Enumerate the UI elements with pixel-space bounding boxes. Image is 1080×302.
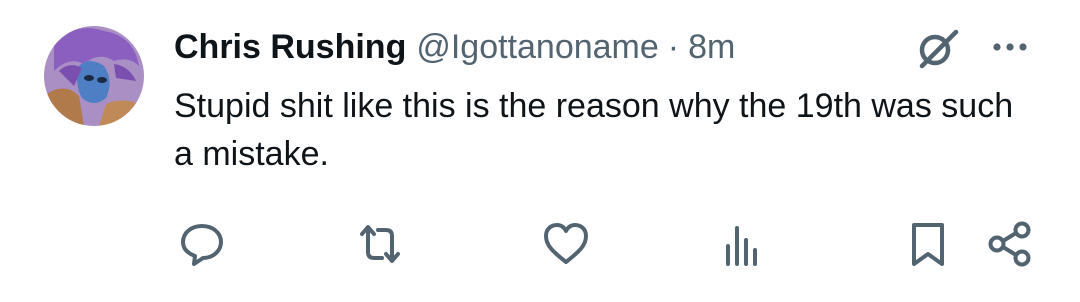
- post-header: Chris Rushing @Igottanoname · 8m: [174, 24, 735, 70]
- repost-icon[interactable]: [354, 218, 406, 270]
- heart-icon[interactable]: [540, 218, 592, 270]
- post-time[interactable]: 8m: [688, 24, 735, 70]
- views-bar-chart-icon[interactable]: [716, 218, 768, 270]
- bookmark-icon[interactable]: [902, 218, 954, 270]
- author-handle[interactable]: @Igottanoname: [416, 24, 658, 70]
- post-text: Stupid shit like this is the reason why …: [174, 87, 1014, 173]
- action-bar: [0, 218, 1080, 274]
- grok-icon[interactable]: [912, 24, 962, 74]
- author-name[interactable]: Chris Rushing: [174, 24, 406, 70]
- post-card: Chris Rushing @Igottanoname · 8m Stupid …: [0, 0, 1080, 302]
- avatar[interactable]: [44, 26, 144, 126]
- separator-dot: ·: [667, 28, 680, 66]
- share-icon[interactable]: [984, 218, 1036, 270]
- more-dots-icon[interactable]: [990, 34, 1030, 60]
- reply-icon[interactable]: [176, 218, 228, 270]
